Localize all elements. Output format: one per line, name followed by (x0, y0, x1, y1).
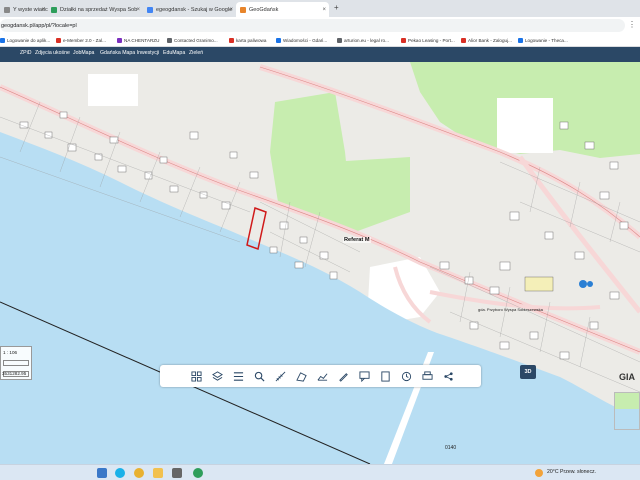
bookmarks-bar: Logowanie do aplik... e-Member 2.0 - Zal… (0, 34, 640, 47)
scale-ratio: 1 : 106 (3, 350, 18, 355)
chrome-active-icon[interactable] (193, 468, 203, 478)
bookmark-item[interactable]: Contacted Granimo... (167, 36, 218, 45)
app-icon[interactable] (172, 468, 182, 478)
open-area (88, 74, 138, 106)
bookmark-item[interactable]: Logowanie - Theca... (518, 36, 568, 45)
bookmark-icon (276, 38, 281, 43)
menu-jobmapa[interactable]: JobMapa (73, 50, 94, 56)
menu-gdanska-mapa-inwestycji[interactable]: Gdańska Mapa Inwestycji (100, 50, 159, 56)
bookmark-icon (56, 38, 61, 43)
map-graphic (0, 62, 640, 464)
gia-label: GIA (619, 372, 636, 382)
tab-favicon-icon (4, 6, 10, 13)
map-canvas[interactable]: Referat M gda. Przyboro Wyspa Sobieszews… (0, 62, 640, 464)
poi-marker (579, 280, 587, 288)
annotate-icon[interactable] (358, 370, 370, 382)
overview-minimap[interactable] (614, 392, 640, 430)
weather-icon (535, 469, 543, 477)
bookmark-icon (167, 38, 172, 43)
menu-zpid[interactable]: ZPiD (20, 50, 32, 56)
bookmark-icon (229, 38, 234, 43)
history-icon[interactable] (400, 370, 412, 382)
map-toolbar (160, 365, 481, 387)
tab-close-icon[interactable]: × (41, 7, 45, 13)
poi-marker (587, 281, 593, 287)
browser-menu-icon[interactable]: ⋮ (628, 20, 636, 29)
share-icon[interactable] (442, 370, 454, 382)
bookmark-item[interactable]: Wiadomości - Gdań... (276, 36, 327, 45)
browser-tab-strip: Y wyste wiadc × Działki na sprzedaż Wysp… (0, 0, 640, 17)
app-header: ZPiD Zdjęcia ukośne JobMapa Gdańska Mapa… (0, 47, 640, 62)
bookmark-icon (117, 38, 122, 43)
tab-favicon-icon (147, 6, 153, 13)
bookmark-icon (518, 38, 523, 43)
bookmark-icon (401, 38, 406, 43)
profile-icon[interactable] (316, 370, 328, 382)
weather-text: 20°C Przew. słonecz. (547, 469, 597, 475)
grid-icon[interactable] (190, 370, 202, 382)
bookmark-item[interactable]: arturion.eu - legal ro... (337, 36, 389, 45)
search-taskbar-icon[interactable] (97, 468, 107, 478)
chrome-icon[interactable] (134, 468, 144, 478)
address-bar-row: geogdansk.pl/app/pl/?locale=pl ⋮ (0, 17, 640, 34)
browser-tab-3[interactable]: egeogdansk - Szukaj w Google × (143, 2, 236, 17)
print-icon[interactable] (421, 370, 433, 382)
edge-icon[interactable] (115, 468, 125, 478)
tab-close-icon[interactable]: × (229, 7, 233, 13)
browser-tab-geogdansk[interactable]: GeoGdańsk × (236, 2, 329, 17)
bookmark-item[interactable]: Pekao Leasing - Port... (401, 36, 455, 45)
tab-close-icon[interactable]: × (322, 7, 326, 13)
menu-zielen[interactable]: Zieleń (189, 50, 203, 56)
bookmark-item[interactable]: Alior Bank - Zaloguj... (461, 36, 512, 45)
browser-tab-1[interactable]: Y wyste wiadc × (0, 2, 48, 17)
print-area-icon[interactable] (379, 370, 391, 382)
bookmark-icon (0, 38, 5, 43)
url-field[interactable]: geogdansk.pl/app/pl/?locale=pl (0, 19, 625, 32)
3d-button[interactable]: 3D (520, 365, 536, 379)
area-icon[interactable] (295, 370, 307, 382)
street-label: gda. Przyboro Wyspa Sobieszewska (478, 307, 543, 312)
street-label: 0140 (445, 445, 457, 451)
bookmark-item[interactable]: e-Member 2.0 - Zal... (56, 36, 106, 45)
browser-tab-2[interactable]: Działki na sprzedaż Wyspa Sob × (47, 2, 143, 17)
bookmark-icon (461, 38, 466, 43)
tab-close-icon[interactable]: × (136, 7, 140, 13)
draw-icon[interactable] (337, 370, 349, 382)
coordinate-readout: 3531282.95 (2, 371, 27, 376)
bookmark-item[interactable]: karta paliwowa (229, 36, 266, 45)
menu-edumapa[interactable]: EduMapa (163, 50, 185, 56)
menu-zdjecia-ukosne[interactable]: Zdjęcia ukośne (35, 50, 70, 56)
reference-marker-label: Referat M (343, 237, 371, 243)
layers-icon[interactable] (211, 370, 223, 382)
tab-favicon-icon (240, 6, 246, 13)
file-explorer-icon[interactable] (153, 468, 163, 478)
search-icon[interactable] (253, 370, 265, 382)
open-area (497, 98, 553, 153)
list-icon[interactable] (232, 370, 244, 382)
scale-select[interactable] (3, 360, 29, 366)
bookmark-icon (337, 38, 342, 43)
new-tab-button[interactable]: + (334, 3, 339, 12)
bookmark-item[interactable]: NA CHENTARZU (117, 36, 159, 45)
bookmark-item[interactable]: Logowanie do aplik... (0, 36, 50, 45)
windows-taskbar: 20°C Przew. słonecz. (0, 464, 640, 480)
measure-icon[interactable] (274, 370, 286, 382)
tab-favicon-icon (51, 6, 57, 13)
